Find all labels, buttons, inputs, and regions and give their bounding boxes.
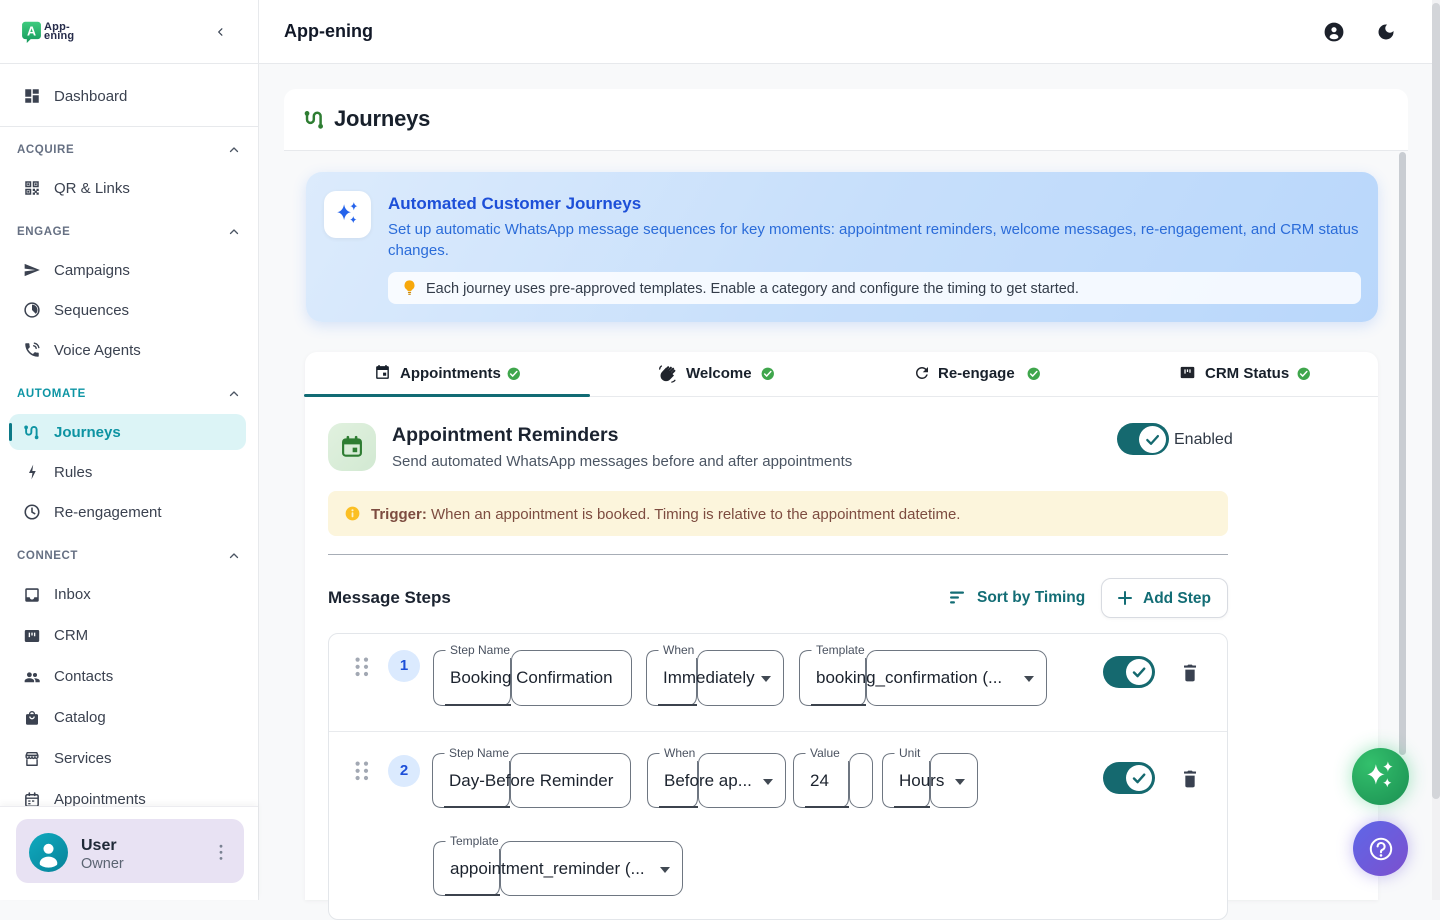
svg-text:A: A xyxy=(27,25,36,39)
